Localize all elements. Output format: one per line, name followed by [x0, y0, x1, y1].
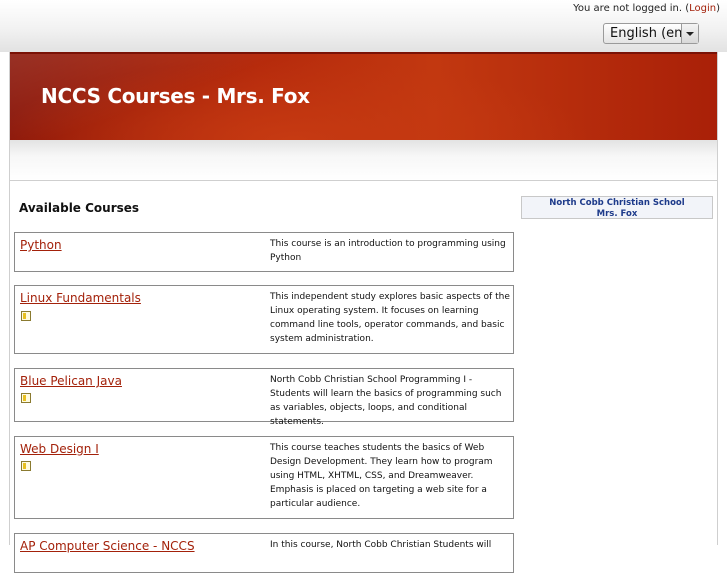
login-link[interactable]: Login: [689, 3, 716, 14]
course-link-linux-fundamentals[interactable]: Linux Fundamentals: [20, 291, 141, 305]
course-link-python[interactable]: Python: [20, 238, 62, 252]
course-description: In this course, North Cobb Christian Stu…: [270, 540, 492, 550]
course-description: This course is an introduction to progra…: [270, 239, 506, 263]
page-icon[interactable]: [21, 461, 33, 471]
top-bar: You are not logged in. (Login) English (…: [0, 0, 727, 52]
course-description: North Cobb Christian School Programming …: [270, 375, 502, 427]
navigation-bar: [10, 140, 717, 181]
course-item: Blue Pelican Java North Cobb Christian S…: [14, 368, 514, 427]
language-value: English (en): [610, 26, 688, 41]
course-link-web-design-i[interactable]: Web Design I: [20, 442, 99, 456]
site-title: NCCS Courses - Mrs. Fox: [41, 84, 310, 108]
language-select[interactable]: English (en): [603, 23, 699, 44]
course-description: This course teaches students the basics …: [270, 443, 493, 509]
course-link-ap-computer-science[interactable]: AP Computer Science - NCCS: [20, 539, 195, 553]
course-item: AP Computer Science - NCCS In this cours…: [14, 533, 514, 573]
page-icon[interactable]: [21, 311, 33, 321]
course-item: Python This course is an introduction to…: [14, 232, 514, 272]
sidebar-school-name: North Cobb Christian School: [549, 198, 685, 208]
course-item: Web Design I This course teaches student…: [14, 436, 514, 519]
page-frame-right: [717, 52, 718, 545]
course-link-blue-pelican-java[interactable]: Blue Pelican Java: [20, 374, 122, 388]
available-courses-heading: Available Courses: [19, 201, 140, 215]
chevron-down-icon[interactable]: [681, 24, 698, 43]
sidebar-school-block: North Cobb Christian School Mrs. Fox: [521, 196, 713, 219]
sidebar-teacher-name: Mrs. Fox: [596, 209, 638, 219]
course-item: Linux Fundamentals This independent stud…: [14, 285, 514, 354]
banner-top-line: [10, 52, 717, 54]
login-info: You are not logged in. (Login): [573, 3, 720, 14]
course-description: This independent study explores basic as…: [270, 292, 510, 344]
page-icon[interactable]: [21, 393, 33, 403]
